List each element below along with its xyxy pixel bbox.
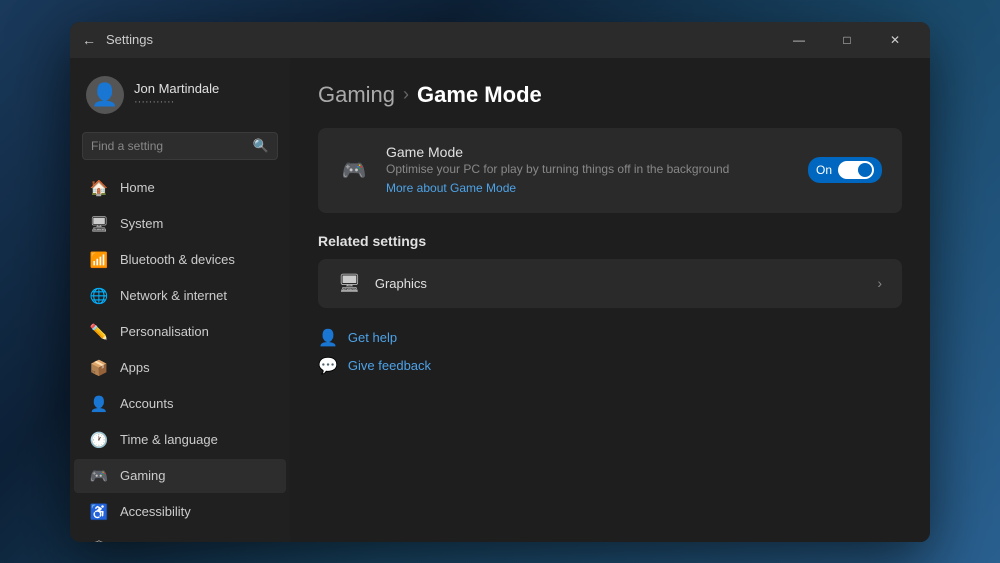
avatar: 👤 [86, 76, 124, 114]
give-feedback-label: Give feedback [348, 358, 431, 373]
sidebar-item-label: Network & internet [120, 288, 270, 303]
privacy-icon: 🛡 [90, 539, 108, 542]
get-help-label: Get help [348, 330, 397, 345]
network-icon: 🌐 [90, 287, 108, 305]
titlebar: ← Settings — □ ✕ [70, 22, 930, 58]
help-links: 👤 Get help 💬 Give feedback [318, 328, 902, 376]
window-title: Settings [106, 32, 776, 47]
toggle-switch [838, 161, 874, 179]
minimize-button[interactable]: — [776, 22, 822, 58]
game-mode-icon-container: 🎮 [338, 154, 370, 186]
graphics-label: Graphics [375, 276, 863, 291]
sidebar-item-label: Accounts [120, 396, 270, 411]
breadcrumb: Gaming › Game Mode [318, 82, 902, 108]
sidebar-item-privacy[interactable]: 🛡 Privacy & security [74, 531, 286, 542]
avatar-icon: 👤 [91, 82, 118, 108]
game-mode-toggle[interactable]: On [808, 157, 882, 183]
game-mode-icon: 🎮 [342, 158, 367, 183]
window-content: 👤 Jon Martindale ··········· 🔍 🏠 Home 🖥 … [70, 58, 930, 542]
sidebar: 👤 Jon Martindale ··········· 🔍 🏠 Home 🖥 … [70, 58, 290, 542]
window-controls: — □ ✕ [776, 22, 918, 58]
user-section: 👤 Jon Martindale ··········· [70, 66, 290, 128]
home-icon: 🏠 [90, 179, 108, 197]
sidebar-item-network[interactable]: 🌐 Network & internet [74, 279, 286, 313]
bluetooth-icon: 📶 [90, 251, 108, 269]
sidebar-item-gaming[interactable]: 🎮 Gaming [74, 459, 286, 493]
get-help-icon: 👤 [318, 328, 338, 348]
search-input[interactable] [91, 139, 247, 153]
search-box[interactable]: 🔍 [82, 132, 278, 160]
accessibility-icon: ♿ [90, 503, 108, 521]
chevron-right-icon: › [877, 275, 882, 291]
accounts-icon: 👤 [90, 395, 108, 413]
sidebar-item-time[interactable]: 🕐 Time & language [74, 423, 286, 457]
sidebar-item-accounts[interactable]: 👤 Accounts [74, 387, 286, 421]
breadcrumb-separator: › [403, 84, 409, 105]
sidebar-item-apps[interactable]: 📦 Apps [74, 351, 286, 385]
user-name: Jon Martindale [134, 81, 219, 96]
game-mode-link[interactable]: More about Game Mode [386, 181, 516, 195]
sidebar-item-label: Bluetooth & devices [120, 252, 270, 267]
sidebar-item-label: Personalisation [120, 324, 270, 339]
sidebar-item-system[interactable]: 🖥 System [74, 207, 286, 241]
sidebar-item-label: System [120, 216, 270, 231]
search-icon: 🔍 [253, 138, 269, 154]
game-mode-text: Game Mode Optimise your PC for play by t… [386, 144, 792, 197]
game-mode-card: 🎮 Game Mode Optimise your PC for play by… [318, 128, 902, 213]
main-content: Gaming › Game Mode 🎮 Game Mode Optimise … [290, 58, 930, 542]
get-help-link[interactable]: 👤 Get help [318, 328, 902, 348]
sidebar-item-label: Privacy & security [120, 540, 270, 542]
time-icon: 🕐 [90, 431, 108, 449]
apps-icon: 📦 [90, 359, 108, 377]
sidebar-item-label: Home [120, 180, 270, 195]
give-feedback-icon: 💬 [318, 356, 338, 376]
back-button[interactable]: ← [82, 32, 96, 48]
give-feedback-link[interactable]: 💬 Give feedback [318, 356, 902, 376]
breadcrumb-parent[interactable]: Gaming [318, 82, 395, 108]
sidebar-item-personalisation[interactable]: ✏️ Personalisation [74, 315, 286, 349]
graphics-card[interactable]: 🖥 Graphics › [318, 259, 902, 308]
sidebar-item-label: Time & language [120, 432, 270, 447]
system-icon: 🖥 [90, 215, 108, 233]
sidebar-item-home[interactable]: 🏠 Home [74, 171, 286, 205]
settings-window: ← Settings — □ ✕ 👤 Jon Martindale ······… [70, 22, 930, 542]
sidebar-item-label: Accessibility [120, 504, 270, 519]
maximize-button[interactable]: □ [824, 22, 870, 58]
sidebar-item-label: Apps [120, 360, 270, 375]
toggle-label: On [816, 163, 832, 177]
user-info: Jon Martindale ··········· [134, 81, 219, 108]
gaming-icon: 🎮 [90, 467, 108, 485]
related-settings-title: Related settings [318, 233, 902, 249]
sidebar-item-bluetooth[interactable]: 📶 Bluetooth & devices [74, 243, 286, 277]
toggle-knob [858, 163, 872, 177]
sidebar-item-accessibility[interactable]: ♿ Accessibility [74, 495, 286, 529]
personalisation-icon: ✏️ [90, 323, 108, 341]
sidebar-item-label: Gaming [120, 468, 270, 483]
user-subtitle: ··········· [134, 96, 219, 108]
game-mode-description: Optimise your PC for play by turning thi… [386, 162, 792, 176]
game-mode-title: Game Mode [386, 144, 792, 160]
graphics-icon: 🖥 [338, 273, 361, 294]
close-button[interactable]: ✕ [872, 22, 918, 58]
breadcrumb-current: Game Mode [417, 82, 542, 108]
